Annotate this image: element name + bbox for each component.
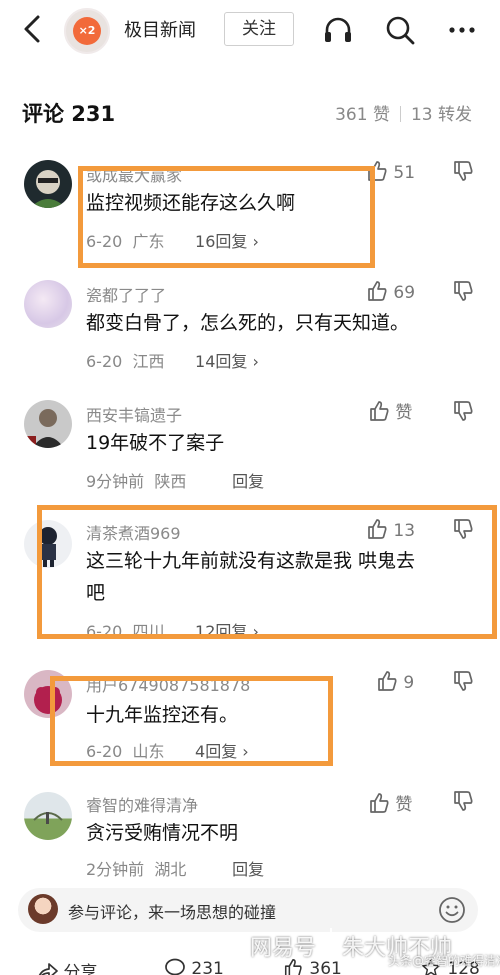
user-avatar[interactable] bbox=[24, 400, 72, 448]
emoji-icon[interactable] bbox=[438, 896, 466, 924]
comments-title: 评论 231 bbox=[22, 102, 116, 126]
share-icon bbox=[38, 963, 58, 975]
comment-input-placeholder[interactable]: 参与评论，来一场思想的碰撞 bbox=[68, 899, 276, 923]
source-badge: ×2 bbox=[73, 17, 101, 45]
comment-username[interactable]: 西安丰镐遗子 bbox=[86, 402, 182, 426]
headphones-icon[interactable] bbox=[322, 14, 354, 46]
like-count: 51 bbox=[393, 163, 416, 183]
follow-button[interactable]: 关注 bbox=[224, 12, 294, 46]
comment-dislike-button[interactable] bbox=[452, 400, 474, 422]
comment-like-button[interactable]: 9 bbox=[376, 670, 414, 693]
share-label: 分享 bbox=[63, 963, 98, 975]
comment-meta: 9分钟前 陕西 回复 bbox=[86, 468, 264, 492]
top-nav-bar: ×2 极目新闻 关注 bbox=[0, 0, 500, 60]
highlight-box bbox=[50, 676, 333, 766]
comment-text: 19年破不了案子 bbox=[86, 432, 225, 454]
comment-dislike-button[interactable] bbox=[452, 280, 474, 302]
thumb-down-icon bbox=[454, 401, 473, 421]
comment-meta: 2分钟前 湖北 回复 bbox=[86, 856, 264, 880]
reply-link[interactable]: 回复 bbox=[232, 472, 264, 491]
watermark-small: 头条@睿智的难得清净 bbox=[388, 954, 500, 968]
comment-meta: 6-20 江西 14回复 › bbox=[86, 348, 259, 372]
post-share-count: 13 转发 bbox=[410, 105, 472, 125]
highlight-box bbox=[78, 166, 375, 268]
more-icon[interactable] bbox=[446, 14, 478, 46]
share-button[interactable]: 分享 bbox=[36, 958, 97, 975]
comments-button[interactable]: 231 bbox=[164, 958, 224, 975]
user-avatar[interactable] bbox=[24, 280, 72, 328]
source-avatar[interactable]: ×2 bbox=[64, 8, 110, 54]
post-stats: 361 赞 13 转发 bbox=[335, 100, 472, 125]
back-arrow-icon[interactable] bbox=[18, 14, 48, 44]
comments-count: 231 bbox=[191, 959, 224, 975]
comment-dislike-button[interactable] bbox=[452, 670, 474, 692]
reply-link[interactable]: 回复 bbox=[232, 860, 264, 879]
comment-text: 贪污受贿情况不明 bbox=[86, 822, 239, 844]
user-avatar[interactable] bbox=[24, 792, 72, 840]
comment-time: 9分钟前 bbox=[86, 472, 145, 491]
thumb-down-icon bbox=[454, 791, 473, 811]
thumb-down-icon bbox=[454, 281, 473, 301]
comment-location: 陕西 bbox=[154, 472, 187, 491]
comment-dislike-button[interactable] bbox=[452, 790, 474, 812]
thumb-up-icon bbox=[370, 401, 389, 421]
watermark-left: 网易号 bbox=[250, 936, 317, 961]
thumb-up-icon bbox=[370, 793, 389, 813]
comment-like-button[interactable]: 69 bbox=[366, 280, 415, 303]
comment-location: 江西 bbox=[132, 352, 165, 371]
comment-input-bar[interactable]: 参与评论，来一场思想的碰撞 bbox=[18, 888, 478, 932]
comment-dislike-button[interactable] bbox=[452, 160, 474, 182]
search-icon[interactable] bbox=[384, 14, 416, 46]
source-name[interactable]: 极目新闻 bbox=[124, 16, 196, 42]
comment-like-button[interactable]: 赞 bbox=[368, 790, 412, 815]
like-count: 69 bbox=[393, 283, 416, 303]
my-avatar bbox=[28, 894, 58, 924]
comment-time: 6-20 bbox=[86, 352, 123, 371]
comment-like-button[interactable]: 赞 bbox=[368, 398, 412, 423]
thumb-up-icon bbox=[368, 281, 387, 301]
thumb-down-icon bbox=[454, 671, 473, 691]
like-count: 9 bbox=[403, 673, 415, 693]
comment-location: 湖北 bbox=[154, 860, 187, 879]
thumb-up-icon bbox=[378, 671, 397, 691]
comment-text: 都变白骨了，怎么死的，只有天知道。 bbox=[86, 312, 410, 334]
thumb-down-icon bbox=[454, 161, 473, 181]
highlight-box bbox=[37, 505, 497, 639]
comment-time: 2分钟前 bbox=[86, 860, 145, 879]
comment-username[interactable]: 睿智的难得清净 bbox=[86, 792, 198, 816]
like-label: 赞 bbox=[395, 795, 413, 815]
like-label: 赞 bbox=[395, 403, 413, 423]
user-avatar[interactable] bbox=[24, 160, 72, 208]
post-like-count: 361 赞 bbox=[335, 105, 390, 125]
comment-username[interactable]: 瓷都了了了 bbox=[86, 282, 166, 306]
watermark-divider bbox=[330, 928, 332, 958]
comment-icon bbox=[165, 958, 185, 975]
stats-divider bbox=[399, 106, 401, 122]
reply-count-link[interactable]: 14回复 › bbox=[195, 352, 259, 371]
